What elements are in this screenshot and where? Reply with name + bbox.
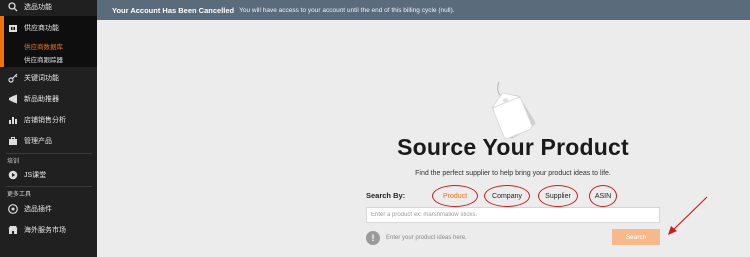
sidebar-item-sales-analytics[interactable]: 店铺销售分析 xyxy=(0,110,97,130)
product-search-input[interactable] xyxy=(366,207,660,223)
search-icon xyxy=(8,2,18,12)
sidebar-item-keywords[interactable]: 关键词功能 xyxy=(0,68,97,88)
bar-chart-icon xyxy=(8,115,18,125)
divider xyxy=(6,186,92,187)
sidebar-item-label: 海外服务市场 xyxy=(24,227,66,234)
sidebar-item-supplier[interactable]: 供应商功能 xyxy=(0,18,97,38)
sidebar-subitem-supplier-database[interactable]: 供应商数据库 xyxy=(24,41,63,51)
divider xyxy=(6,153,92,154)
search-by-label: Search By: xyxy=(366,191,406,200)
search-by-asin[interactable]: ASIN xyxy=(589,185,617,207)
info-icon: ! xyxy=(366,231,380,245)
banner-message: You will have access to your account unt… xyxy=(239,6,455,14)
search-by-product[interactable]: Product xyxy=(432,185,478,207)
puzzle-icon xyxy=(8,204,18,214)
section-label-more-tools: 更多工具 xyxy=(7,192,32,198)
page-subtitle: Find the perfect supplier to help bring … xyxy=(415,170,611,177)
briefcase-icon xyxy=(8,136,18,146)
sidebar-item-label: 供应商功能 xyxy=(24,25,59,32)
sidebar-item-label: 店铺销售分析 xyxy=(24,117,66,124)
sidebar-item-label: 选品插件 xyxy=(24,206,52,213)
megaphone-icon xyxy=(8,94,18,104)
sidebar-subitem-supplier-tracker[interactable]: 供应商跟踪器 xyxy=(24,54,63,64)
sidebar-item-extension[interactable]: 选品插件 xyxy=(0,199,97,219)
sidebar-item-label: 新品助推器 xyxy=(24,96,59,103)
sidebar-item-label: 关键词功能 xyxy=(24,75,59,82)
search-button[interactable]: Search xyxy=(612,229,660,245)
play-icon xyxy=(8,170,18,180)
search-hint: Enter your product ideas here. xyxy=(386,235,467,241)
page-title: Source Your Product xyxy=(397,134,629,160)
search-by-supplier[interactable]: Supplier xyxy=(538,185,578,207)
sidebar-item-label: 管理产品 xyxy=(24,138,52,145)
banner-title: Your Account Has Been Cancelled xyxy=(112,5,235,15)
sidebar-item-service-market[interactable]: 海外服务市场 xyxy=(0,220,97,240)
sidebar-item-product-selection[interactable]: 选品功能 xyxy=(0,0,97,17)
sidebar-item-label: 选品功能 xyxy=(24,4,52,11)
search-by-company[interactable]: Company xyxy=(484,185,530,207)
section-label-training: 培训 xyxy=(7,159,20,165)
sidebar-item-manage-products[interactable]: 管理产品 xyxy=(0,131,97,151)
supplier-icon xyxy=(8,23,18,33)
key-icon xyxy=(8,73,18,83)
sidebar-item-launch-booster[interactable]: 新品助推器 xyxy=(0,89,97,109)
sidebar-item-label: JS课堂 xyxy=(24,172,47,179)
sidebar-item-js-academy[interactable]: JS课堂 xyxy=(0,165,97,185)
account-cancelled-banner: Your Account Has Been Cancelled You will… xyxy=(97,0,750,20)
sidebar: 选品功能 供应商功能 供应商数据库 供应商跟踪器 关键词功能 新品助推器 店铺销… xyxy=(0,0,97,257)
store-icon xyxy=(8,225,18,235)
